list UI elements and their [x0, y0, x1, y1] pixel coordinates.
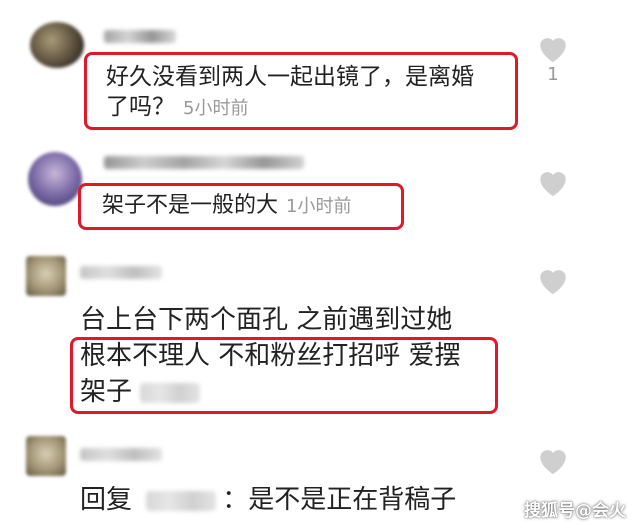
username-blurred[interactable] — [104, 30, 176, 43]
avatar[interactable] — [26, 256, 66, 296]
avatar[interactable] — [28, 152, 82, 206]
heart-icon[interactable] — [536, 444, 570, 476]
comment-line-text: 架子不是一般的大 — [102, 193, 279, 218]
comment-line-text: 了吗？ — [106, 94, 175, 120]
comment-time: 5小时前 — [183, 98, 249, 119]
username-blurred[interactable] — [104, 156, 304, 169]
reply-target-blurred[interactable] — [146, 490, 217, 511]
comment-time: 1小时前 — [286, 196, 352, 217]
reply-text: ：是不是正在背稿子 — [222, 485, 457, 515]
comment-text: 好久没看到两人一起出镜了，是离婚 了吗？ 5小时前 — [106, 62, 474, 124]
username-blurred[interactable] — [80, 448, 162, 461]
like-count: 1 — [547, 64, 559, 85]
reply-prefix: 回复 — [80, 485, 133, 515]
comment-line: 了吗？ 5小时前 — [106, 92, 474, 124]
heart-icon[interactable] — [536, 166, 570, 198]
comment-line: 好久没看到两人一起出镜了，是离婚 — [106, 64, 474, 90]
username-blurred[interactable] — [80, 266, 162, 279]
watermark: 搜狐号@会火 — [524, 501, 626, 521]
avatar[interactable] — [26, 436, 66, 476]
avatar[interactable] — [30, 22, 84, 68]
comment-line-text: 架子 — [80, 377, 133, 407]
heart-icon[interactable] — [536, 32, 570, 64]
comment-text: 架子不是一般的大 1小时前 — [102, 192, 351, 221]
comment-text: 台上台下两个面孔 之前遇到过她 根本不理人 不和粉丝打招呼 爱摆 架子 — [80, 302, 461, 410]
comment-line: 架子 — [80, 374, 461, 410]
comment-text: 回复 ：是不是正在背稿子 — [80, 482, 456, 518]
heart-icon[interactable] — [536, 264, 570, 296]
comment-line: 根本不理人 不和粉丝打招呼 爱摆 — [80, 341, 461, 371]
comment-line: 台上台下两个面孔 之前遇到过她 — [80, 305, 453, 335]
mention-blurred — [140, 382, 201, 403]
